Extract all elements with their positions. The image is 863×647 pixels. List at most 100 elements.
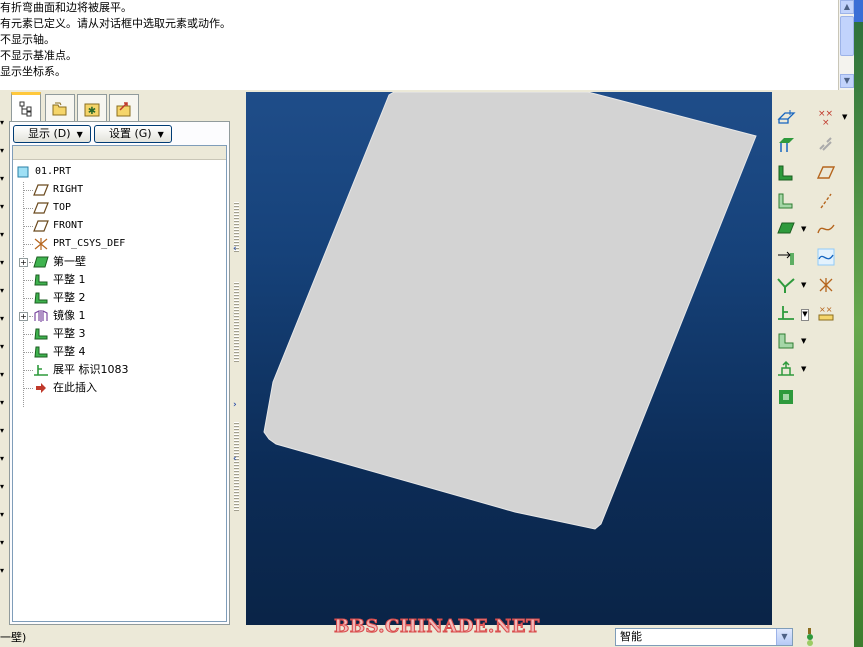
extend-wall-button[interactable] xyxy=(774,245,798,269)
graphics-viewport[interactable] xyxy=(246,92,772,625)
datum-curve-icon xyxy=(817,224,835,234)
connections-icon xyxy=(116,101,131,116)
tree-item[interactable]: 平整 2 xyxy=(33,289,86,307)
expand-toggle-icon[interactable]: + xyxy=(19,312,28,321)
datum-plane-icon xyxy=(33,201,49,215)
scroll-up-icon[interactable]: ▲ xyxy=(840,0,854,14)
tab-model-tree[interactable] xyxy=(11,92,41,122)
first-wall-icon xyxy=(33,255,49,269)
message-line: 不显示轴。 xyxy=(0,33,55,46)
settings-menu-button[interactable]: 设置 (G) ▼ xyxy=(94,125,172,143)
tree-connector xyxy=(23,208,33,209)
bend-button[interactable] xyxy=(774,273,798,297)
marker-icon: ▾ xyxy=(0,258,5,267)
chevron-down-icon[interactable]: ▼ xyxy=(801,337,806,345)
collapse-left-icon[interactable]: ‹ xyxy=(233,454,237,464)
tree-item[interactable]: 平整 3 xyxy=(33,325,86,343)
tree-item[interactable]: PRT_CSYS_DEF xyxy=(33,235,125,253)
extrude-wall-button[interactable] xyxy=(774,105,798,129)
planar-wall-button[interactable] xyxy=(774,217,798,241)
tree-connector xyxy=(23,190,33,191)
tree-item[interactable]: FRONT xyxy=(33,217,83,235)
model-tree[interactable]: 01.PRT RIGHT TOP FRONT PRT_CSYS_DEF + 第一… xyxy=(12,145,227,622)
unbend-icon xyxy=(33,363,49,377)
cut-button[interactable] xyxy=(774,357,798,381)
cut-icon xyxy=(778,360,794,376)
feature-toolbar: ▼ ▼ ▼ ▼ ▼ ×× × ▼ ×× xyxy=(772,92,854,625)
tree-item-label: 平整 3 xyxy=(53,327,86,340)
svg-text:✱: ✱ xyxy=(88,106,96,117)
collapse-left-icon[interactable]: › xyxy=(233,400,237,410)
sketch-button[interactable] xyxy=(814,245,838,269)
flange-wall-button[interactable] xyxy=(774,161,798,185)
datum-plane-icon xyxy=(33,183,49,197)
tree-item-label: RIGHT xyxy=(53,184,84,195)
extrude-wall-icon xyxy=(777,110,796,124)
chevron-down-icon[interactable]: ▼ xyxy=(801,309,809,321)
tab-connections[interactable] xyxy=(109,94,139,122)
insert-here-item[interactable]: 在此插入 xyxy=(33,379,97,397)
datum-plane-icon xyxy=(33,219,49,233)
part-geometry[interactable] xyxy=(263,92,757,530)
datum-curve-button[interactable] xyxy=(814,217,838,241)
navigator-tabs: ✱ xyxy=(9,92,234,122)
analysis-button[interactable]: ×× xyxy=(814,301,838,325)
chevron-down-icon: ▼ xyxy=(76,130,83,139)
scroll-thumb[interactable] xyxy=(840,16,854,56)
bend-back-icon xyxy=(778,333,794,349)
chevron-down-icon[interactable]: ▼ xyxy=(801,225,806,233)
tree-item[interactable]: 镜像 1 xyxy=(33,307,86,325)
marker-icon: ▾ xyxy=(0,398,5,407)
chevron-down-icon[interactable]: ▼ xyxy=(776,629,792,645)
marker-icon: ▾ xyxy=(0,538,5,547)
splitter-grip[interactable] xyxy=(234,422,239,512)
splitter-grip[interactable] xyxy=(234,282,239,362)
bend-icon xyxy=(777,278,795,293)
tree-item[interactable]: 第一壁 xyxy=(33,253,86,271)
tree-connector xyxy=(23,370,33,371)
tree-connector xyxy=(23,352,33,353)
datum-axis-button[interactable] xyxy=(814,133,838,157)
tree-item[interactable]: 平整 4 xyxy=(33,343,86,361)
tree-item-label: 第一壁 xyxy=(53,255,86,268)
marker-icon: ▾ xyxy=(0,426,5,435)
datum-point-button[interactable]: ×× × xyxy=(814,105,838,129)
analysis-icon: ×× xyxy=(818,305,834,321)
bend-back-button[interactable] xyxy=(774,329,798,353)
model-tree-panel: 显示 (D) ▼ 设置 (G) ▼ 01.PRT RIGHT TOP FRONT… xyxy=(9,121,230,625)
tree-item-label: FRONT xyxy=(53,220,84,231)
tab-folder-browser[interactable] xyxy=(45,94,75,122)
datum-axis-line-button[interactable] xyxy=(814,189,838,213)
chevron-down-icon[interactable]: ▼ xyxy=(842,113,847,121)
tree-item[interactable]: 展平 标识1083 xyxy=(33,361,129,379)
tree-item[interactable]: 平整 1 xyxy=(33,271,86,289)
marker-icon: ▾ xyxy=(0,370,5,379)
datum-plane-button[interactable] xyxy=(814,161,838,185)
flat-wall-button[interactable] xyxy=(774,133,798,157)
svg-text:××: ×× xyxy=(819,305,832,314)
chevron-down-icon[interactable]: ▼ xyxy=(801,281,806,289)
tab-favorites[interactable]: ✱ xyxy=(77,94,107,122)
unbend-button[interactable] xyxy=(774,301,798,325)
form-button[interactable] xyxy=(774,385,798,409)
status-text: 一壁) xyxy=(0,631,27,644)
panel-splitter[interactable]: ‹ › › ‹ xyxy=(230,92,246,625)
tree-item-label: 展平 标识1083 xyxy=(53,363,129,376)
flat-wall-icon xyxy=(33,345,49,359)
message-scrollbar[interactable]: ▲ ▼ xyxy=(838,0,854,90)
selection-filter-select[interactable]: 智能 ▼ xyxy=(615,628,793,646)
datum-csys-button[interactable] xyxy=(814,273,838,297)
show-menu-button[interactable]: 显示 (D) ▼ xyxy=(13,125,91,143)
chevron-down-icon[interactable]: ▼ xyxy=(801,365,806,373)
tree-item[interactable]: RIGHT xyxy=(33,181,83,199)
unattached-wall-button[interactable] xyxy=(774,189,798,213)
flat-wall-icon xyxy=(33,273,49,287)
collapse-left-icon[interactable]: ‹ xyxy=(233,244,237,254)
tree-item[interactable]: TOP xyxy=(33,199,71,217)
marker-icon: ▾ xyxy=(0,510,5,519)
expand-toggle-icon[interactable]: + xyxy=(19,258,28,267)
tree-root-item[interactable]: 01.PRT xyxy=(15,163,71,181)
flat-wall-icon xyxy=(33,327,49,341)
tree-item-label: 平整 4 xyxy=(53,345,86,358)
scroll-down-icon[interactable]: ▼ xyxy=(840,74,854,88)
